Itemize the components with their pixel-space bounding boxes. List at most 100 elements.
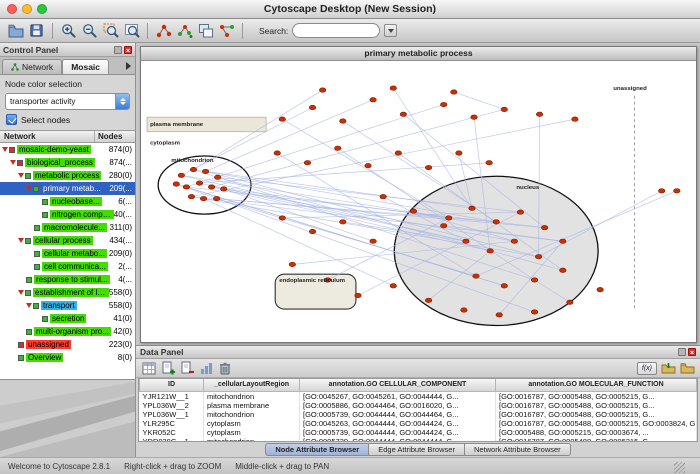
node-color-attribute-select[interactable]: transporter activity [5,93,130,110]
network-node[interactable] [274,151,280,155]
network-node[interactable] [400,112,406,116]
tab-node-attribute-browser[interactable]: Node Attribute Browser [265,443,369,456]
attribute-column-header[interactable]: annotation.GO CELLULAR_COMPONENT [300,379,496,391]
network-node[interactable] [279,117,285,121]
tree-row-establishment-of-lo[interactable]: establishment of lo...558(0) [0,286,135,299]
network-view-title[interactable]: primary metabolic process [141,47,696,61]
network-node[interactable] [202,169,208,173]
cell-cellular-component[interactable]: [GO:0005739, GO:0044444, GO:0044424, G..… [300,428,496,437]
close-window-button[interactable] [7,4,17,14]
sort-attributes-icon[interactable] [198,360,214,376]
network-node[interactable] [196,181,202,185]
column-header-nodes[interactable]: Nodes [95,131,135,142]
zoom-window-button[interactable] [37,4,47,14]
tree-expander-icon[interactable] [2,147,8,152]
zoom-out-icon[interactable] [80,21,99,40]
network-node[interactable] [200,196,206,200]
cell-id[interactable]: YPL036W__1 [140,410,204,419]
network-node[interactable] [221,187,227,191]
tree-row-unassigned[interactable]: unassigned223(0) [0,338,135,351]
first-neighbors-icon[interactable] [154,21,173,40]
tab-overflow-icon[interactable] [126,62,131,70]
network-node[interactable] [535,255,541,259]
tree-row-response-to-stimul[interactable]: response to stimul...4(... [0,273,135,286]
cell-molecular-function[interactable]: [GO:0016787, GO:0005488, GO:0005215, GO:… [496,419,697,428]
birdseye-view[interactable] [0,379,135,457]
network-node[interactable] [493,220,499,224]
attribute-row[interactable]: YLR295Ccytoplasm[GO:0045263, GO:0044444,… [140,419,697,428]
import-attributes-icon[interactable] [660,360,676,376]
network-node[interactable] [511,239,517,243]
attribute-table[interactable]: ID_cellularLayoutRegionannotation.GO CEL… [138,378,698,442]
network-node[interactable] [440,102,446,106]
tab-network[interactable]: Network [2,59,62,74]
cell-molecular-function[interactable]: [GO:0016787, GO:0005488, GO:0005215, G..… [496,391,697,401]
attribute-row[interactable]: YJR121W__1mitochondrion[GO:0045267, GO:0… [140,391,697,401]
network-node[interactable] [531,278,537,282]
network-node[interactable] [355,293,361,297]
cell-layout-region[interactable]: cytoplasm [204,428,300,437]
column-header-network[interactable]: Network [0,131,95,142]
delete-attribute-icon[interactable] [179,360,195,376]
network-node[interactable] [560,268,566,272]
select-nodes-checkbox[interactable] [6,114,17,125]
network-node[interactable] [173,182,179,186]
delete-rows-icon[interactable] [217,360,233,376]
function-builder-icon[interactable]: f(x) [637,362,657,375]
network-node[interactable] [340,220,346,224]
zoom-in-icon[interactable] [59,21,78,40]
network-node[interactable] [425,298,431,302]
tree-row-nucleobase[interactable]: nucleobase...6(... [0,195,135,208]
zoom-selected-region-icon[interactable] [101,21,120,40]
network-node[interactable] [531,310,537,314]
network-node[interactable] [178,173,184,177]
network-node[interactable] [190,167,196,171]
tree-row-transport[interactable]: transport558(0) [0,299,135,312]
search-input[interactable] [292,23,380,38]
network-node[interactable] [567,300,573,304]
tab-network-attribute-browser[interactable]: Network Attribute Browser [465,443,571,456]
cell-id[interactable]: YJR121W__1 [140,391,204,401]
network-canvas-container[interactable]: plasma membranecytoplasmmitochondrionnuc… [141,61,696,342]
network-node[interactable] [517,210,523,214]
network-node[interactable] [208,185,214,189]
network-node[interactable] [365,163,371,167]
network-node[interactable] [304,161,310,165]
tree-expander-icon[interactable] [10,160,16,165]
cell-molecular-function[interactable]: [GO:0016787, GO:0005488, GO:0005215, G..… [496,410,697,419]
network-node[interactable] [658,189,664,193]
attribute-row[interactable]: YPL036W__2plasma membrane[GO:0005886, GO… [140,401,697,410]
attribute-column-header[interactable]: ID [140,379,204,391]
network-node[interactable] [340,119,346,123]
cell-cellular-component[interactable]: [GO:0005886, GO:0044464, GO:0016020, G..… [300,401,496,410]
cell-molecular-function[interactable]: [GO:0005488, GO:0005215, GO:0003674, ... [496,428,697,437]
network-node[interactable] [370,98,376,102]
minimize-window-button[interactable] [22,4,32,14]
cell-cellular-component[interactable]: [GO:0045267, GO:0045261, GO:0044444, G..… [300,391,496,401]
attribute-row[interactable]: YPL036W__1mitochondrion[GO:0005739, GO:0… [140,410,697,419]
search-options-button[interactable] [384,24,397,37]
new-network-from-selection-icon[interactable] [175,21,194,40]
tree-expander-icon[interactable] [18,290,24,295]
tree-expander-icon[interactable] [26,186,32,191]
cell-id[interactable]: YPL036W__2 [140,401,204,410]
network-node[interactable] [486,161,492,165]
network-node[interactable] [425,165,431,169]
network-node[interactable] [461,308,467,312]
resize-grip[interactable] [674,462,685,473]
float-panel-icon[interactable] [678,348,686,356]
float-panel-icon[interactable] [114,46,122,54]
network-node[interactable] [390,284,396,288]
tree-row-cellular-process[interactable]: cellular process434(... [0,234,135,247]
network-node[interactable] [289,262,295,266]
tree-row-secretion[interactable]: secretion41(0) [0,312,135,325]
network-node[interactable] [487,249,493,253]
network-node[interactable] [395,151,401,155]
attribute-row[interactable]: YKR052Ccytoplasm[GO:0005739, GO:0044444,… [140,428,697,437]
network-node[interactable] [188,194,194,198]
tab-edge-attribute-browser[interactable]: Edge Attribute Browser [369,443,465,456]
attribute-column-header[interactable]: _cellularLayoutRegion [204,379,300,391]
cell-cellular-component[interactable]: [GO:0005739, GO:0044444, GO:0044464, G..… [300,410,496,419]
cell-layout-region[interactable]: cytoplasm [204,419,300,428]
network-canvas[interactable]: plasma membranecytoplasmmitochondrionnuc… [141,61,696,342]
